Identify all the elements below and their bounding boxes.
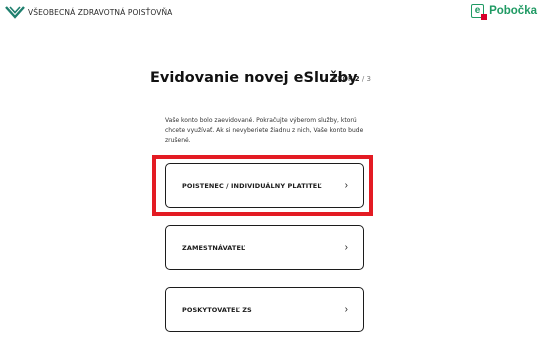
- epobocka-e-icon: e: [471, 4, 488, 20]
- step-indicator: KROK 2 / 3: [333, 75, 371, 83]
- chevron-right-icon: ›: [344, 303, 348, 315]
- chevron-right-icon: ›: [344, 241, 348, 253]
- option-poskytovatel-button[interactable]: POSKYTOVATEĽ ZS ›: [165, 287, 364, 332]
- option-label: POSKYTOVATEĽ ZS: [182, 305, 252, 314]
- step-total: 3: [366, 75, 371, 83]
- option-poistenec-button[interactable]: POISTENEC / INDIVIDUÁLNY PLATITEĽ ›: [165, 163, 364, 208]
- step-label: KROK: [333, 75, 353, 83]
- option-zamestnavatel-button[interactable]: ZAMESTNÁVATEĽ ›: [165, 225, 364, 270]
- vszp-logo-icon: [5, 6, 25, 19]
- brand-name: VŠEOBECNÁ ZDRAVOTNÁ POISŤOVŇA: [28, 7, 173, 17]
- chevron-right-icon: ›: [344, 179, 348, 191]
- epobocka-label: Pobočka: [489, 5, 537, 17]
- brand-logo[interactable]: VŠEOBECNÁ ZDRAVOTNÁ POISŤOVŇA: [5, 5, 172, 19]
- page-description: Vaše konto bolo zaevidované. Pokračujte …: [165, 117, 364, 144]
- step-separator: /: [361, 75, 365, 83]
- page: VŠEOBECNÁ ZDRAVOTNÁ POISŤOVŇA e Pobočka …: [0, 0, 543, 346]
- epobocka-logo[interactable]: e Pobočka: [471, 4, 537, 20]
- page-title: Evidovanie novej eSlužby: [150, 70, 358, 86]
- step-current: 2: [354, 75, 360, 83]
- option-label: ZAMESTNÁVATEĽ: [182, 243, 246, 252]
- option-label: POISTENEC / INDIVIDUÁLNY PLATITEĽ: [182, 181, 322, 190]
